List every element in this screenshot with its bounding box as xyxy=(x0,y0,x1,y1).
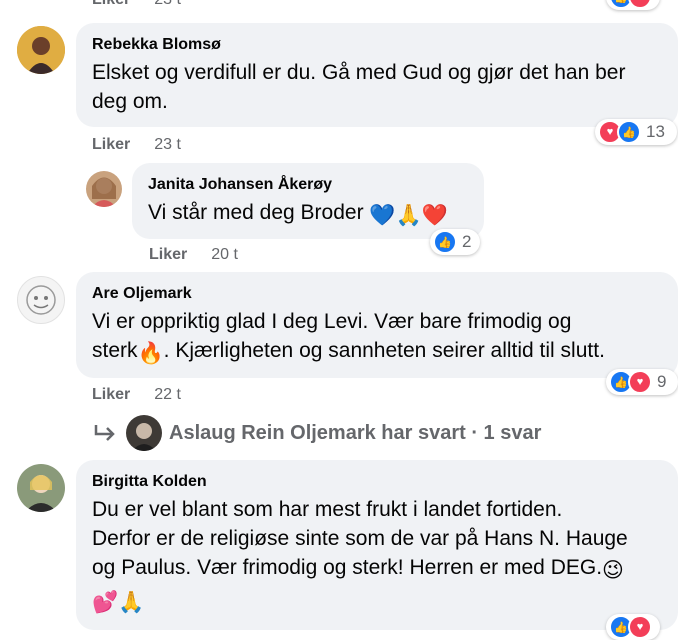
like-link[interactable]: Liker xyxy=(149,246,187,263)
comment-time: 23 t xyxy=(154,0,181,8)
comment-bubble: Birgitta Kolden Du er vel blant som har … xyxy=(76,460,678,630)
reaction-summary[interactable]: 👍 ♥ xyxy=(606,614,660,640)
fire-emoji: 🔥 xyxy=(137,342,164,365)
view-replies-link[interactable]: Aslaug Rein Oljemark har svart · 1 svar xyxy=(92,415,541,451)
like-link[interactable]: Liker xyxy=(92,0,130,8)
two-hearts-emoji: 💕 xyxy=(92,591,119,614)
comment-text-line: Vi er oppriktig glad I deg Levi. Vær bar… xyxy=(92,310,572,333)
love-icon: ♥ xyxy=(628,370,652,394)
comment-meta: Liker 20 t xyxy=(149,245,238,265)
like-icon: 👍 xyxy=(617,120,641,144)
comment-text: Vi er oppriktig glad I deg Levi. Vær bar… xyxy=(92,307,662,368)
comment-text: Vi står med deg Broder 💙🙏❤️ xyxy=(148,198,468,230)
praying-hands-emoji: 🙏 xyxy=(395,204,422,227)
avatar[interactable] xyxy=(17,464,65,512)
avatar-image xyxy=(17,26,65,74)
reaction-count: 9 xyxy=(657,372,667,391)
avatar[interactable] xyxy=(86,171,122,207)
comment-text: Du er vel blant som har mest frukt i lan… xyxy=(92,495,662,617)
reaction-summary[interactable]: 👍 ♥ 9 xyxy=(606,369,678,395)
avatar-image xyxy=(126,415,162,451)
comment-meta: Liker 22 t xyxy=(92,385,181,405)
avatar-image xyxy=(17,464,65,512)
winking-face-emoji: 😉 xyxy=(602,559,624,582)
reply-summary-text: Aslaug Rein Oljemark har svart · 1 svar xyxy=(169,421,542,444)
comment-meta-top: Liker 23 t xyxy=(92,0,181,10)
comment-meta: Liker 23 t xyxy=(92,135,181,155)
comment-text-line: Derfor er de religiøse sinte som de var … xyxy=(92,527,628,550)
comment-bubble: Are Oljemark Vi er oppriktig glad I deg … xyxy=(76,272,678,378)
comment-text-line: og Paulus. Vær frimodig og sterk! Herren… xyxy=(92,553,662,585)
comment-time: 20 t xyxy=(211,246,238,263)
comment-text-line: sterk🔥. Kjærligheten og sannheten seirer… xyxy=(92,336,662,368)
comment-text-line: 💕🙏 xyxy=(92,585,662,617)
comment-author[interactable]: Rebekka Blomsø xyxy=(92,35,662,55)
avatar[interactable] xyxy=(17,26,65,74)
reaction-summary[interactable]: 👍 2 xyxy=(430,229,480,255)
comment-bubble: Janita Johansen Åkerøy Vi står med deg B… xyxy=(132,163,484,239)
comment-text-body: Vi står med deg Broder xyxy=(148,201,364,224)
comment-text-fragment: og Paulus. Vær frimodig og sterk! Herren… xyxy=(92,556,603,579)
praying-hands-emoji: 🙏 xyxy=(118,591,145,614)
love-icon: ♥ xyxy=(628,0,652,9)
reaction-summary[interactable]: ♥ 👍 13 xyxy=(595,119,677,145)
comment-text-fragment: sterk xyxy=(92,339,138,362)
like-link[interactable]: Liker xyxy=(92,136,130,153)
reaction-summary-top[interactable]: 👍 ♥ xyxy=(606,0,660,10)
comment-text: Elsket og verdifull er du. Gå med Gud og… xyxy=(92,61,626,113)
avatar-image xyxy=(86,171,122,207)
avatar[interactable] xyxy=(17,276,65,324)
love-icon: ♥ xyxy=(628,615,652,639)
comment-bubble: Rebekka Blomsø Elsket og verdifull er du… xyxy=(76,23,678,127)
comment-time: 23 t xyxy=(154,136,181,153)
blue-heart-emoji: 💙 xyxy=(369,204,396,227)
comment-author[interactable]: Birgitta Kolden xyxy=(92,472,662,492)
comment-time: 22 t xyxy=(154,386,181,403)
reaction-count: 13 xyxy=(646,122,665,141)
comment-author[interactable]: Are Oljemark xyxy=(92,284,662,304)
like-link[interactable]: Liker xyxy=(92,386,130,403)
comment-author[interactable]: Janita Johansen Åkerøy xyxy=(148,175,468,195)
red-heart-emoji: ❤️ xyxy=(421,204,448,227)
comment-text-line: Du er vel blant som har mest frukt i lan… xyxy=(92,498,563,521)
reply-arrow-icon xyxy=(94,425,115,441)
avatar-image xyxy=(26,285,56,315)
like-icon: 👍 xyxy=(433,230,457,254)
comment-text-fragment: . Kjærligheten og sannheten seirer allti… xyxy=(163,339,605,362)
reaction-count: 2 xyxy=(462,232,472,251)
avatar xyxy=(126,415,162,451)
